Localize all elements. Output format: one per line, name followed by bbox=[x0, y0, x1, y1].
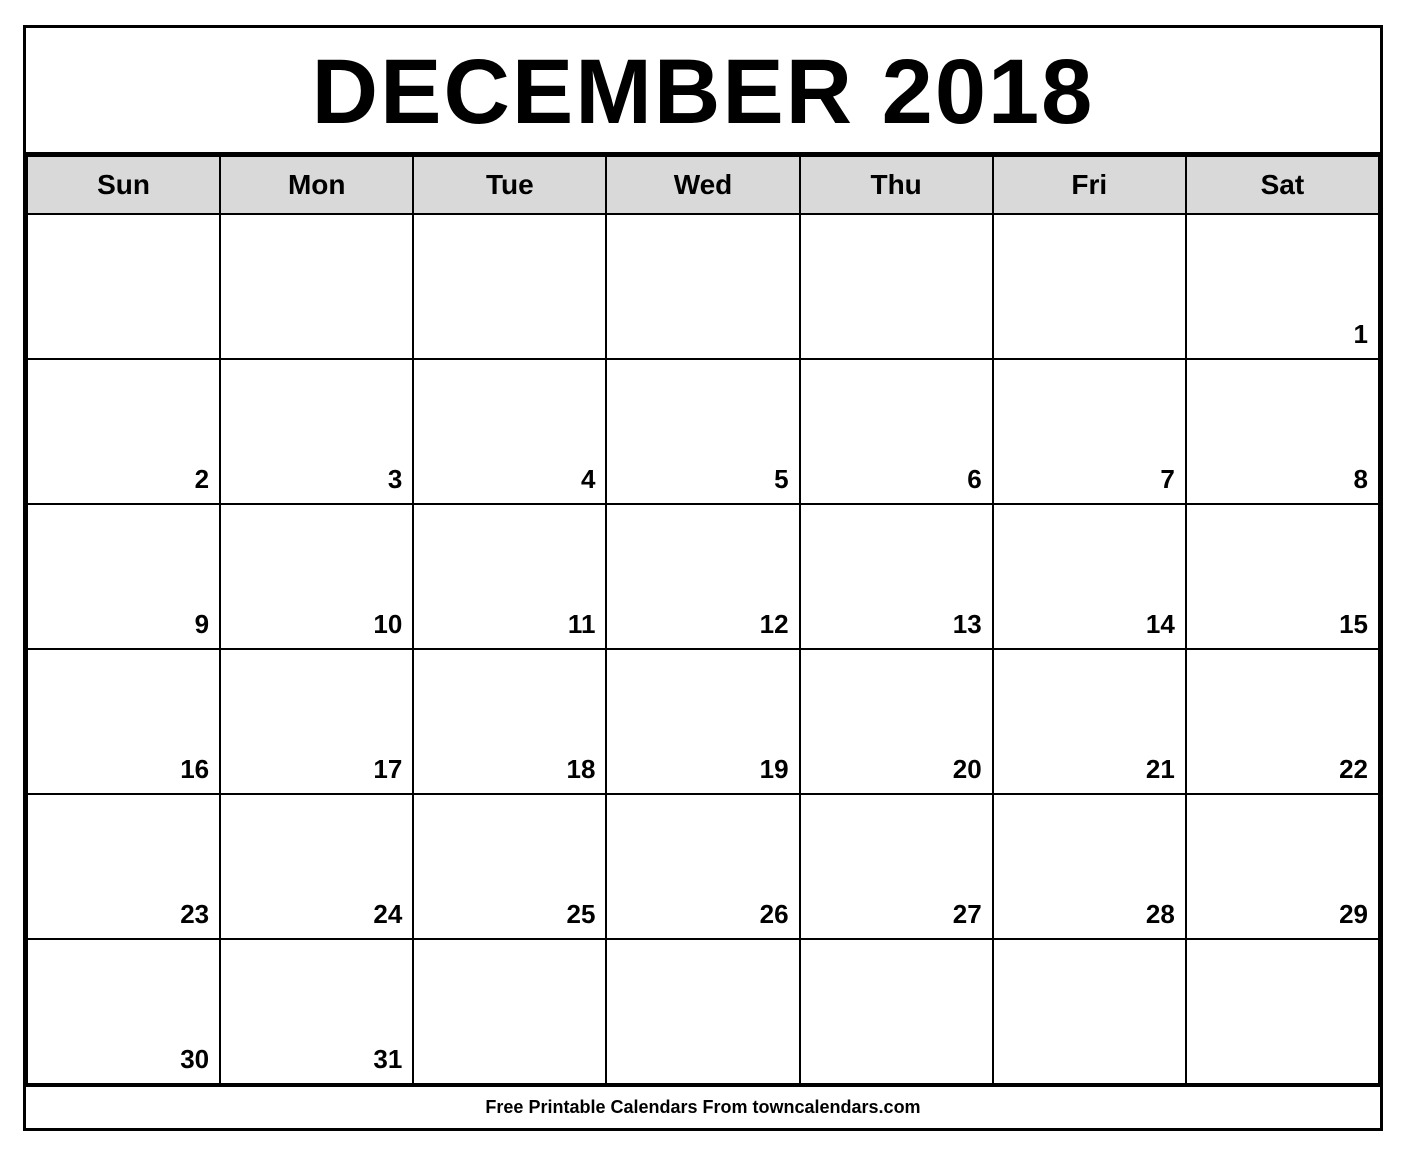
day-header-tue: Tue bbox=[413, 156, 606, 214]
calendar-day bbox=[800, 214, 993, 359]
calendar-grid: SunMonTueWedThuFriSat 123456789101112131… bbox=[26, 155, 1380, 1085]
calendar-day: 16 bbox=[27, 649, 220, 794]
calendar-day: 15 bbox=[1186, 504, 1379, 649]
calendar-day: 12 bbox=[606, 504, 799, 649]
calendar-day: 11 bbox=[413, 504, 606, 649]
calendar-day: 10 bbox=[220, 504, 413, 649]
footer-link: towncalendars.com bbox=[753, 1097, 921, 1117]
week-row-5: 23242526272829 bbox=[27, 794, 1379, 939]
calendar-day: 28 bbox=[993, 794, 1186, 939]
calendar-day bbox=[606, 939, 799, 1084]
day-header-mon: Mon bbox=[220, 156, 413, 214]
calendar-day: 25 bbox=[413, 794, 606, 939]
day-header-fri: Fri bbox=[993, 156, 1186, 214]
calendar-day: 3 bbox=[220, 359, 413, 504]
week-row-4: 16171819202122 bbox=[27, 649, 1379, 794]
calendar-day bbox=[27, 214, 220, 359]
calendar-day: 9 bbox=[27, 504, 220, 649]
calendar-day: 22 bbox=[1186, 649, 1379, 794]
week-row-1: 1 bbox=[27, 214, 1379, 359]
calendar-day: 17 bbox=[220, 649, 413, 794]
calendar-day: 14 bbox=[993, 504, 1186, 649]
footer-text: Free Printable Calendars From bbox=[485, 1097, 752, 1117]
week-row-6: 3031 bbox=[27, 939, 1379, 1084]
calendar-day: 21 bbox=[993, 649, 1186, 794]
calendar-day: 1 bbox=[1186, 214, 1379, 359]
calendar-day: 2 bbox=[27, 359, 220, 504]
calendar-day bbox=[800, 939, 993, 1084]
calendar-day bbox=[413, 939, 606, 1084]
calendar-day: 20 bbox=[800, 649, 993, 794]
calendar-day: 8 bbox=[1186, 359, 1379, 504]
calendar-day: 26 bbox=[606, 794, 799, 939]
calendar-day: 30 bbox=[27, 939, 220, 1084]
calendar-day: 31 bbox=[220, 939, 413, 1084]
calendar-day bbox=[413, 214, 606, 359]
calendar-day: 5 bbox=[606, 359, 799, 504]
calendar-day: 13 bbox=[800, 504, 993, 649]
day-header-wed: Wed bbox=[606, 156, 799, 214]
calendar-day: 6 bbox=[800, 359, 993, 504]
calendar-day bbox=[1186, 939, 1379, 1084]
calendar-day bbox=[993, 939, 1186, 1084]
calendar-day: 19 bbox=[606, 649, 799, 794]
week-row-3: 9101112131415 bbox=[27, 504, 1379, 649]
calendar-day bbox=[220, 214, 413, 359]
calendar-day: 24 bbox=[220, 794, 413, 939]
calendar-day: 27 bbox=[800, 794, 993, 939]
calendar-day: 23 bbox=[27, 794, 220, 939]
calendar-day bbox=[993, 214, 1186, 359]
calendar-day: 4 bbox=[413, 359, 606, 504]
calendar-footer: Free Printable Calendars From towncalend… bbox=[26, 1085, 1380, 1128]
calendar-day: 7 bbox=[993, 359, 1186, 504]
day-header-sat: Sat bbox=[1186, 156, 1379, 214]
calendar-container: DECEMBER 2018 SunMonTueWedThuFriSat 1234… bbox=[23, 25, 1383, 1131]
calendar-day bbox=[606, 214, 799, 359]
week-row-2: 2345678 bbox=[27, 359, 1379, 504]
day-header-thu: Thu bbox=[800, 156, 993, 214]
calendar-title: DECEMBER 2018 bbox=[26, 28, 1380, 155]
calendar-day: 18 bbox=[413, 649, 606, 794]
day-headers-row: SunMonTueWedThuFriSat bbox=[27, 156, 1379, 214]
calendar-day: 29 bbox=[1186, 794, 1379, 939]
day-header-sun: Sun bbox=[27, 156, 220, 214]
